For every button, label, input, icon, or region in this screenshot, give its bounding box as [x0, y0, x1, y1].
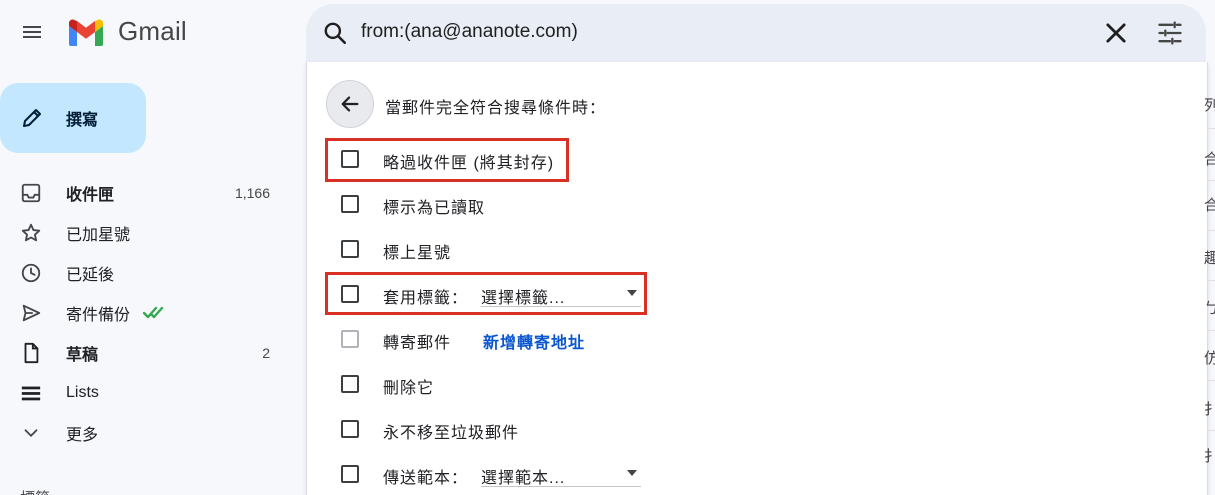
label-select[interactable]: 選擇標籤...	[481, 281, 641, 307]
edge-glyph: 扌	[1204, 401, 1215, 418]
sidebar-item-label: 收件匣	[66, 187, 115, 204]
option-label: 套用標籤：	[383, 290, 469, 307]
edge-glyph: ㄅ	[1204, 300, 1215, 317]
star-icon	[21, 223, 41, 242]
option-label: 略過收件匣 (將其封存)	[383, 155, 555, 172]
draft-icon	[24, 342, 39, 364]
row-divider	[1208, 330, 1215, 331]
close-icon[interactable]	[1102, 19, 1130, 47]
edge-glyph: 仿	[1204, 350, 1215, 367]
unread-count: 1,166	[234, 185, 270, 201]
option-never-spam: 永不移至垃圾郵件	[307, 414, 907, 444]
sidebar-item-drafts[interactable]: 草稿 2	[0, 333, 290, 373]
row-divider	[1208, 430, 1215, 431]
edge-glyph: 合	[1204, 151, 1215, 168]
option-delete: 刪除它	[307, 369, 907, 399]
search-options-icon[interactable]	[1156, 19, 1184, 47]
search-icon[interactable]	[322, 20, 348, 46]
gmail-m-icon	[69, 18, 103, 46]
sidebar-item-starred[interactable]: 已加星號	[0, 213, 290, 253]
dialog-title: 當郵件完全符合搜尋條件時：	[385, 100, 607, 117]
option-apply-label: 套用標籤： 選擇標籤...	[307, 279, 907, 309]
option-forward: 轉寄郵件 新增轉寄地址	[307, 324, 907, 354]
skip-inbox-checkbox[interactable]	[341, 150, 359, 168]
sidebar-item-label: 已加星號	[66, 227, 131, 244]
search-input[interactable]: from:(ana@ananote.com)	[361, 21, 578, 43]
edge-glyph: 扌	[1204, 448, 1215, 465]
compose-label: 撰寫	[66, 112, 99, 129]
arrow-back-icon	[341, 96, 359, 112]
sidebar-item-label: 更多	[66, 427, 99, 444]
edge-glyph: 趣	[1204, 250, 1215, 267]
chevron-down-icon	[24, 429, 38, 438]
sidebar-nav: 收件匣 1,166 已加星號 已延後 寄件備份 草稿 2 Lists 更多	[0, 173, 290, 453]
row-divider	[1208, 380, 1215, 381]
draft-count: 2	[262, 345, 270, 361]
option-label: 刪除它	[383, 380, 435, 397]
option-mark-read: 標示為已讀取	[307, 189, 907, 219]
option-label: 傳送範本：	[383, 470, 469, 487]
app-name: Gmail	[118, 16, 187, 46]
add-forwarding-address-link[interactable]: 新增轉寄地址	[483, 329, 585, 353]
option-label: 轉寄郵件	[383, 335, 452, 352]
template-select-value: 選擇範本...	[481, 470, 566, 487]
option-skip-inbox: 略過收件匣 (將其封存)	[307, 144, 907, 174]
search-bar[interactable]: from:(ana@ananote.com)	[306, 4, 1206, 62]
template-select[interactable]: 選擇範本...	[481, 461, 641, 487]
mark-read-checkbox[interactable]	[341, 195, 359, 213]
row-divider	[1208, 180, 1215, 181]
edge-glyph: 列	[1204, 97, 1215, 114]
sidebar-item-label: 草稿	[66, 347, 99, 364]
send-icon	[22, 304, 41, 322]
send-template-checkbox[interactable]	[341, 465, 359, 483]
delete-checkbox[interactable]	[341, 375, 359, 393]
sidebar-item-lists[interactable]: Lists	[0, 373, 290, 413]
clock-icon	[21, 263, 41, 283]
option-label: 永不移至垃圾郵件	[383, 425, 520, 442]
compose-button[interactable]: 撰寫	[0, 83, 146, 153]
sidebar-item-sent[interactable]: 寄件備份	[0, 293, 290, 333]
back-button[interactable]	[326, 80, 374, 128]
main-menu-button[interactable]	[12, 12, 52, 52]
hamburger-icon	[23, 26, 41, 38]
filter-actions-dialog: 當郵件完全符合搜尋條件時： 略過收件匣 (將其封存) 標示為已讀取 標上星號 套…	[306, 62, 1208, 495]
pencil-icon	[23, 109, 41, 127]
labels-heading: 標籤	[20, 487, 50, 495]
dropdown-arrow-icon	[627, 290, 637, 296]
star-it-checkbox[interactable]	[341, 240, 359, 258]
row-divider	[1208, 128, 1215, 129]
sidebar-item-snoozed[interactable]: 已延後	[0, 253, 290, 293]
edge-glyph: 合	[1204, 197, 1215, 214]
top-bar: Gmail from:(ana@ananote.com)	[0, 0, 1215, 66]
sidebar-item-label: 已延後	[66, 267, 115, 284]
apply-label-checkbox[interactable]	[341, 285, 359, 303]
lists-icon	[21, 386, 41, 401]
forward-checkbox[interactable]	[341, 330, 359, 348]
never-spam-checkbox[interactable]	[341, 420, 359, 438]
dropdown-arrow-icon	[627, 470, 637, 476]
option-send-template: 傳送範本： 選擇範本...	[307, 459, 907, 489]
sidebar-item-inbox[interactable]: 收件匣 1,166	[0, 173, 290, 213]
option-star: 標上星號	[307, 234, 907, 264]
label-select-value: 選擇標籤...	[481, 290, 566, 307]
row-divider	[1208, 280, 1215, 281]
option-label: 標上星號	[383, 245, 452, 262]
double-check-icon	[143, 306, 164, 319]
option-label: 標示為已讀取	[383, 200, 486, 217]
inbox-icon	[21, 183, 41, 203]
gmail-logo[interactable]: Gmail	[66, 16, 187, 47]
sidebar-item-more[interactable]: 更多	[0, 413, 290, 453]
sidebar-item-label: Lists	[66, 384, 99, 401]
sidebar-item-label: 寄件備份	[66, 307, 131, 324]
row-divider	[1208, 230, 1215, 231]
